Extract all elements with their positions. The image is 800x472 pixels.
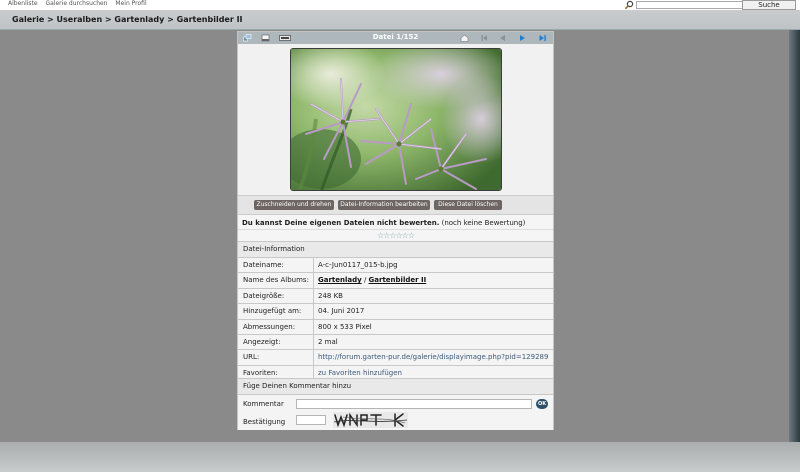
image-nav-bar: Datei 1/152 (238, 32, 553, 44)
top-bar: Albenliste Galerie durchsuchen Mein Prof… (0, 0, 800, 10)
next-image-icon[interactable] (518, 34, 527, 42)
image-area (238, 44, 553, 195)
album-name-value: Gartenlady / Gartenbilder II (318, 276, 426, 284)
search-input[interactable] (636, 1, 748, 9)
captcha-image (333, 412, 408, 428)
top-link-my-profile[interactable]: Mein Profil (115, 0, 146, 7)
delete-file-button[interactable]: Diese Datei löschen (434, 200, 502, 210)
table-row: Dateiname: A-c-Jun0117_015-b.jpg (238, 257, 553, 273)
views-value: 2 mal (318, 337, 338, 346)
previous-image-icon[interactable] (498, 34, 507, 42)
ok-button[interactable]: OK (536, 399, 548, 409)
allium-flower-image (291, 49, 501, 190)
breadcrumb[interactable]: Galerie > Useralben > Gartenlady > Garte… (12, 15, 243, 24)
slideshow-icon[interactable] (279, 34, 291, 42)
table-row: Abmessungen: 800 x 533 Pixel (238, 318, 553, 335)
url-link[interactable]: http://forum.garten-pur.de/galerie/displ… (318, 353, 548, 361)
comment-label: Kommentar (243, 400, 284, 408)
table-row: Dateigröße: 248 KB (238, 287, 553, 304)
album-separator: / (363, 276, 367, 285)
search-button[interactable]: Suche (742, 0, 796, 10)
rating-notice-rest: (noch keine Bewertung) (441, 219, 526, 227)
url-label: URL: (243, 353, 260, 362)
filename-value: A-c-Jun0117_015-b.jpg (318, 261, 398, 269)
views-label: Angezeigt: (243, 337, 281, 346)
thumbnails-icon[interactable] (243, 34, 252, 42)
first-image-icon[interactable] (480, 34, 489, 42)
album-link-gartenbilder[interactable]: Gartenbilder II (369, 276, 427, 284)
top-link-album-list[interactable]: Albenliste (8, 0, 38, 7)
table-row: URL: http://forum.garten-pur.de/galerie/… (238, 349, 553, 366)
confirmation-label: Bestätigung (243, 418, 286, 426)
crop-rotate-button[interactable]: Zuschneiden und drehen (254, 200, 334, 210)
table-row: Name des Albums: Gartenlady / Gartenbild… (238, 272, 553, 289)
table-row: Angezeigt: 2 mal (238, 333, 553, 350)
footer-band (0, 442, 800, 472)
album-name-label: Name des Albums: (243, 276, 309, 285)
rating-notice-bold: Du kannst Deine eigenen Dateien nicht be… (242, 219, 440, 227)
home-icon[interactable] (460, 34, 469, 42)
add-to-favorites-link[interactable]: zu Favoriten hinzufügen (318, 369, 402, 377)
rating-notice: Du kannst Deine eigenen Dateien nicht be… (238, 214, 553, 229)
added-date-value: 04. Juni 2017 (318, 307, 365, 316)
image-panel: Datei 1/152 Zuschneiden und drehen Datei… (237, 31, 554, 430)
edit-file-info-button[interactable]: Datei-Information bearbeiten (338, 200, 430, 210)
right-edge-strip (789, 30, 800, 442)
added-date-label: Hinzugefügt am: (243, 307, 302, 316)
file-info-table: Dateiname: A-c-Jun0117_015-b.jpg Name de… (238, 257, 553, 381)
table-row: Hinzugefügt am: 04. Juni 2017 (238, 303, 553, 320)
top-link-search-gallery[interactable]: Galerie durchsuchen (46, 0, 108, 7)
file-info-icon[interactable] (261, 34, 270, 42)
comment-input[interactable] (296, 399, 532, 409)
top-links: Albenliste Galerie durchsuchen Mein Prof… (8, 0, 153, 7)
last-image-icon[interactable] (538, 34, 547, 42)
dimensions-value: 800 x 533 Pixel (318, 322, 372, 331)
dimensions-label: Abmessungen: (243, 322, 296, 331)
action-button-row: Zuschneiden und drehen Datei-Information… (238, 195, 553, 214)
file-info-title: Datei-Information (238, 241, 553, 257)
search-icon (624, 0, 634, 10)
filesize-label: Dateigröße: (243, 291, 285, 300)
gallery-photo[interactable] (290, 48, 502, 191)
comment-section-title: Füge Deinen Kommentar hinzu (238, 378, 553, 394)
filename-label: Dateiname: (243, 261, 284, 269)
album-link-gartenlady[interactable]: Gartenlady (318, 276, 362, 284)
comment-form: Kommentar OK Bestätigung (238, 394, 553, 430)
confirmation-input[interactable] (296, 415, 326, 425)
rating-stars: ☆☆☆☆☆☆ (238, 229, 553, 241)
favorites-label: Favoriten: (243, 368, 278, 377)
filesize-value: 248 KB (318, 291, 343, 300)
